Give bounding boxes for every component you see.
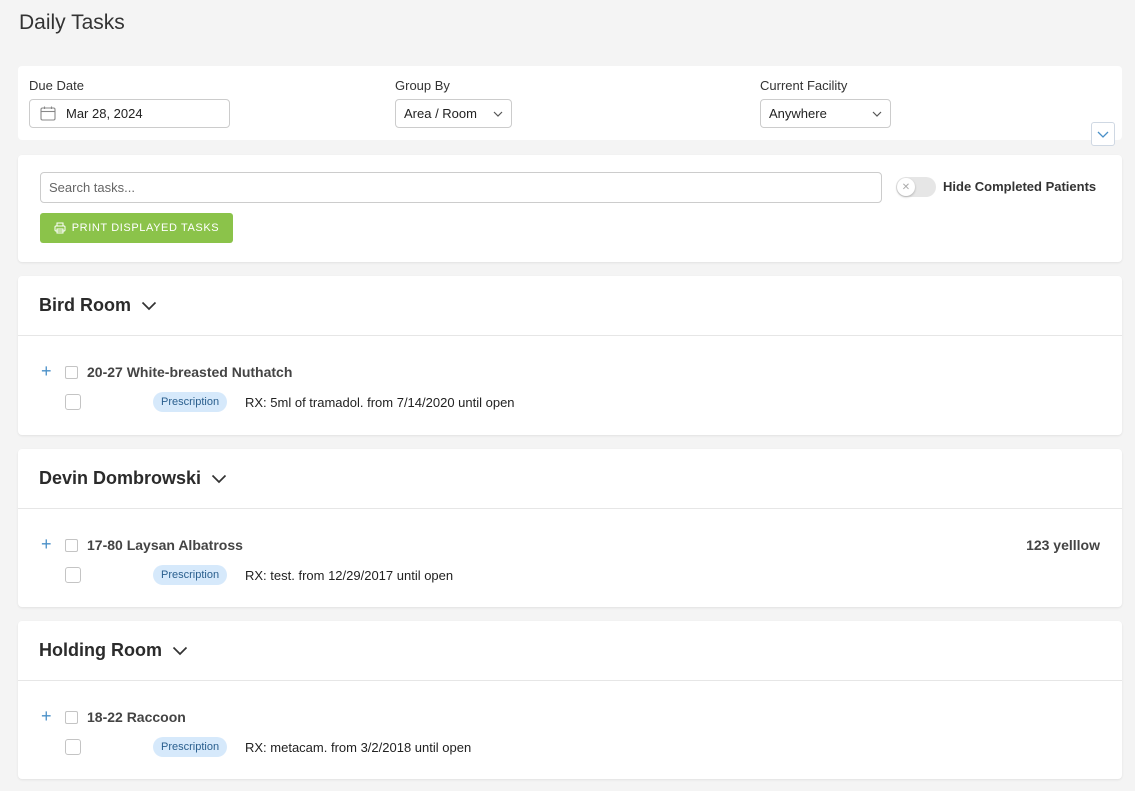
task-row: Prescription RX: test. from 12/29/2017 u… — [18, 565, 1122, 587]
hide-completed-toggle[interactable]: ✕ — [896, 177, 936, 197]
group-header[interactable]: Holding Room — [18, 621, 1122, 681]
patient-checkbox[interactable] — [65, 366, 78, 379]
task-group: Devin Dombrowski + 17-80 Laysan Albatros… — [18, 449, 1122, 607]
search-panel: ✕ Hide Completed Patients PRINT DISPLAYE… — [18, 155, 1122, 262]
prescription-badge: Prescription — [153, 392, 228, 412]
chevron-down-icon — [493, 111, 503, 117]
patient-name[interactable]: 18-22 Raccoon — [87, 709, 186, 725]
due-date-input[interactable]: Mar 28, 2024 — [29, 99, 230, 128]
patient-row: + 18-22 Raccoon — [18, 707, 1122, 729]
group-title: Bird Room — [39, 295, 131, 315]
task-row: Prescription RX: metacam. from 3/2/2018 … — [18, 737, 1122, 759]
task-row: Prescription RX: 5ml of tramadol. from 7… — [18, 392, 1122, 414]
collapse-filters-button[interactable] — [1091, 122, 1115, 146]
due-date-value: Mar 28, 2024 — [66, 106, 143, 121]
due-date-label: Due Date — [29, 78, 84, 93]
group-by-value: Area / Room — [404, 106, 477, 121]
chevron-down-icon — [172, 646, 188, 655]
prescription-badge: Prescription — [153, 565, 228, 585]
group-title: Devin Dombrowski — [39, 468, 202, 488]
task-description[interactable]: RX: 5ml of tramadol. from 7/14/2020 unti… — [245, 395, 515, 410]
task-group: Bird Room + 20-27 White-breasted Nuthatc… — [18, 276, 1122, 435]
print-tasks-label: PRINT DISPLAYED TASKS — [71, 222, 220, 234]
patient-checkbox[interactable] — [65, 539, 78, 552]
chevron-down-icon — [872, 111, 882, 117]
task-group: Holding Room + 18-22 Raccoon Prescriptio… — [18, 621, 1122, 779]
printer-icon — [54, 222, 66, 234]
task-checkbox[interactable] — [65, 394, 81, 410]
patient-row: + 17-80 Laysan Albatross 123 yelllow — [18, 535, 1122, 557]
page-title: Daily Tasks — [19, 11, 125, 34]
task-description[interactable]: RX: metacam. from 3/2/2018 until open — [245, 740, 471, 755]
filter-panel: Due Date Mar 28, 2024 Group By Area / Ro… — [18, 66, 1122, 146]
task-description[interactable]: RX: test. from 12/29/2017 until open — [245, 568, 453, 583]
toggle-off-icon: ✕ — [897, 178, 915, 196]
task-checkbox[interactable] — [65, 567, 81, 583]
facility-label: Current Facility — [760, 78, 848, 93]
calendar-icon — [40, 106, 56, 121]
group-header[interactable]: Devin Dombrowski — [18, 449, 1122, 509]
chevron-down-icon — [1097, 131, 1109, 138]
facility-select[interactable]: Anywhere — [760, 99, 891, 128]
patient-name[interactable]: 17-80 Laysan Albatross — [87, 537, 243, 553]
expand-plus-icon[interactable]: + — [41, 362, 52, 380]
search-input[interactable] — [40, 172, 882, 203]
task-checkbox[interactable] — [65, 739, 81, 755]
chevron-down-icon — [211, 474, 227, 483]
patient-note: 123 yelllow — [1026, 537, 1100, 553]
patient-row: + 20-27 White-breasted Nuthatch — [18, 362, 1122, 384]
prescription-badge: Prescription — [153, 737, 228, 757]
patient-checkbox[interactable] — [65, 711, 78, 724]
hide-completed-label: Hide Completed Patients — [943, 179, 1097, 194]
patient-name[interactable]: 20-27 White-breasted Nuthatch — [87, 364, 292, 380]
facility-value: Anywhere — [769, 106, 827, 121]
print-tasks-button[interactable]: PRINT DISPLAYED TASKS — [40, 213, 233, 243]
group-title: Holding Room — [39, 640, 162, 660]
expand-plus-icon[interactable]: + — [41, 535, 52, 553]
group-header[interactable]: Bird Room — [18, 276, 1122, 336]
group-by-select[interactable]: Area / Room — [395, 99, 512, 128]
expand-plus-icon[interactable]: + — [41, 707, 52, 725]
chevron-down-icon — [141, 301, 157, 310]
group-by-label: Group By — [395, 78, 450, 93]
